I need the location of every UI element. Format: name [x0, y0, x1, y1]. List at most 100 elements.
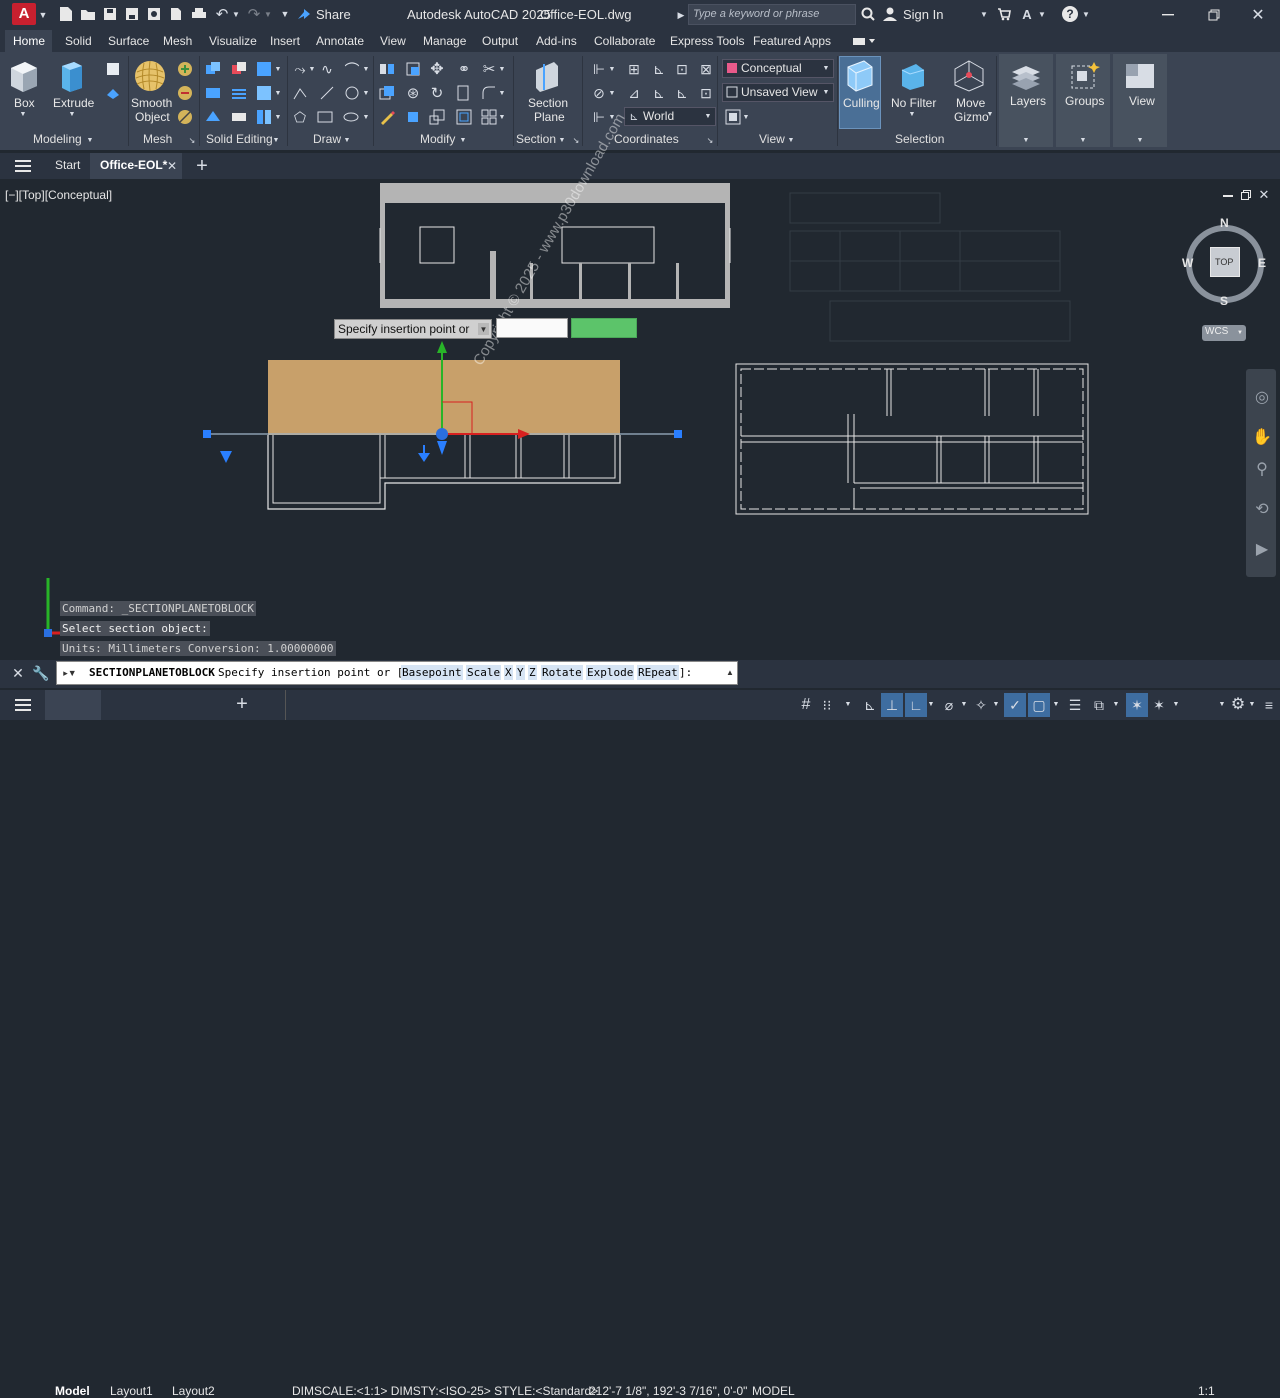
- undo-icon[interactable]: ↶: [214, 6, 230, 23]
- coordinates-panel-arrow-icon[interactable]: ↘: [706, 136, 714, 145]
- line-icon[interactable]: [291, 84, 309, 102]
- plot-icon[interactable]: [190, 6, 208, 22]
- ucs-y-icon[interactable]: ⊾: [673, 84, 691, 102]
- section-plane-button-line2[interactable]: Plane: [534, 110, 565, 124]
- annotation-autoscale-dropdown-icon[interactable]: ▼: [1172, 700, 1180, 708]
- separate-icon[interactable]: [255, 108, 273, 126]
- ucs-origin-icon[interactable]: ⊾: [650, 60, 668, 78]
- tab-home[interactable]: Home: [13, 34, 45, 48]
- array-dropdown-icon[interactable]: ▼: [498, 113, 506, 121]
- compass-south[interactable]: S: [1220, 294, 1228, 308]
- layout-menu-icon[interactable]: [14, 697, 32, 713]
- help-dropdown-icon[interactable]: ▼: [1082, 8, 1090, 20]
- command-history-toggle-icon[interactable]: ▲: [724, 666, 736, 678]
- tab-annotate[interactable]: Annotate: [316, 34, 364, 48]
- dynamic-input-expand-icon[interactable]: ▼: [478, 323, 489, 335]
- thicken-icon[interactable]: [204, 108, 222, 126]
- share-button[interactable]: Share: [316, 7, 351, 22]
- arc-dropdown-icon[interactable]: ▼: [362, 65, 370, 73]
- isodraft-dropdown-icon[interactable]: ▼: [960, 700, 968, 708]
- app-logo[interactable]: A: [12, 3, 36, 25]
- command-option-rotate[interactable]: Rotate: [541, 665, 583, 680]
- ucs-face-icon[interactable]: ⊘: [590, 84, 608, 102]
- fillet-dropdown-icon[interactable]: ▼: [498, 89, 506, 97]
- workspace-icon[interactable]: ⧉: [1090, 696, 1108, 714]
- section-panel-arrow-icon[interactable]: ↘: [572, 136, 580, 145]
- object-snap-dropdown-icon[interactable]: ▼: [992, 700, 1000, 708]
- open-web-icon[interactable]: [146, 6, 162, 22]
- smooth-object-button-line1[interactable]: Smooth: [131, 96, 172, 110]
- polyline-dropdown-icon[interactable]: ▼: [308, 65, 316, 73]
- presspull-icon[interactable]: [104, 84, 122, 102]
- layout1-tab[interactable]: Layout1: [110, 1384, 153, 1398]
- floor-plan-right[interactable]: [735, 363, 1089, 515]
- spline-icon[interactable]: ∿: [318, 60, 336, 78]
- new-file-icon[interactable]: [58, 6, 74, 22]
- panel-solid-editing[interactable]: Solid Editing: [206, 132, 273, 146]
- imprint-icon[interactable]: [230, 108, 248, 126]
- customize-qat-icon[interactable]: ▼: [280, 8, 290, 20]
- solid-editing-panel-dropdown-icon[interactable]: ▼: [272, 136, 280, 144]
- polyline-icon[interactable]: ⤳: [291, 60, 309, 78]
- extrude-button[interactable]: Extrude: [53, 96, 94, 110]
- visual-style-dropdown-icon[interactable]: ▼: [822, 64, 830, 72]
- new-tab-icon[interactable]: +: [192, 155, 212, 177]
- erase-icon[interactable]: [378, 108, 396, 126]
- sign-in-button[interactable]: Sign In: [903, 7, 943, 22]
- restore-icon[interactable]: [1206, 7, 1222, 23]
- tab-add-ins[interactable]: Add-ins: [536, 34, 577, 48]
- search-expand-icon[interactable]: ▶: [676, 8, 686, 22]
- groups-dropdown-icon[interactable]: ▼: [1079, 136, 1087, 144]
- panel-draw[interactable]: Draw: [313, 132, 341, 146]
- subtract-icon[interactable]: [230, 60, 248, 78]
- polygon-icon[interactable]: ⬠: [291, 108, 309, 126]
- box-button[interactable]: Box: [14, 96, 35, 110]
- save-as-icon[interactable]: [124, 6, 140, 22]
- command-option-z[interactable]: Z: [528, 665, 537, 680]
- ucs-view-icon[interactable]: ⊿: [625, 84, 643, 102]
- ortho-icon[interactable]: ⊥: [883, 696, 901, 714]
- app-store-dropdown-icon[interactable]: ▼: [1038, 8, 1046, 20]
- workspace-dropdown-icon[interactable]: ▼: [1112, 700, 1120, 708]
- annotation-scale-dropdown-icon[interactable]: ▼: [1218, 700, 1226, 708]
- redo-icon[interactable]: ↷: [246, 6, 262, 23]
- circle-dropdown-icon[interactable]: ▼: [362, 89, 370, 97]
- infer-constraints-icon[interactable]: ⊾: [861, 696, 879, 714]
- move-gizmo-icon[interactable]: [952, 58, 986, 94]
- mesh-smooth-less-icon[interactable]: [176, 84, 194, 102]
- polar-tracking-icon[interactable]: ∟: [907, 696, 925, 714]
- tab-collaborate[interactable]: Collaborate: [594, 34, 655, 48]
- panel-coordinates[interactable]: Coordinates: [614, 132, 679, 146]
- panel-view[interactable]: View: [759, 132, 785, 146]
- fillet-icon[interactable]: [480, 84, 498, 102]
- offset-icon[interactable]: [455, 108, 473, 126]
- pan-icon[interactable]: ✋: [1252, 427, 1272, 447]
- section-plane-icon[interactable]: [530, 58, 564, 94]
- open-folder-icon[interactable]: [80, 6, 96, 22]
- named-view-dropdown-icon[interactable]: ▼: [822, 88, 830, 96]
- solid-history-dropdown-icon[interactable]: ▼: [274, 65, 282, 73]
- ucs-face-dropdown-icon[interactable]: ▼: [608, 89, 616, 97]
- section-plane-button-line1[interactable]: Section: [528, 96, 568, 110]
- orbit-icon[interactable]: ⟲: [1252, 499, 1272, 519]
- mesh-refine-icon[interactable]: [176, 108, 194, 126]
- showmotion-icon[interactable]: ▶: [1252, 539, 1272, 559]
- scale-icon[interactable]: [428, 108, 446, 126]
- undo-dropdown-icon[interactable]: ▼: [232, 8, 240, 20]
- help-icon[interactable]: ?: [1062, 6, 1078, 22]
- command-option-basepoint[interactable]: Basepoint: [401, 665, 463, 680]
- mesh-smooth-more-icon[interactable]: [176, 60, 194, 78]
- annotation-scale[interactable]: 1:1: [1198, 1384, 1215, 1398]
- steering-wheel-icon[interactable]: ◎: [1252, 387, 1272, 407]
- minimize-icon[interactable]: [1160, 8, 1176, 22]
- isodraft-icon[interactable]: ⌀: [940, 696, 958, 714]
- viewport-config-dropdown-icon[interactable]: ▼: [742, 113, 750, 121]
- command-option-explode[interactable]: Explode: [586, 665, 635, 680]
- rectangle-icon[interactable]: [316, 108, 334, 126]
- panel-selection[interactable]: Selection: [895, 132, 944, 146]
- mirror-icon[interactable]: [378, 60, 396, 78]
- ellipse-icon[interactable]: [342, 108, 360, 126]
- command-customize-icon[interactable]: 🔧: [32, 665, 49, 681]
- command-option-y[interactable]: Y: [516, 665, 525, 680]
- extract-edges-dropdown-icon[interactable]: ▼: [274, 89, 282, 97]
